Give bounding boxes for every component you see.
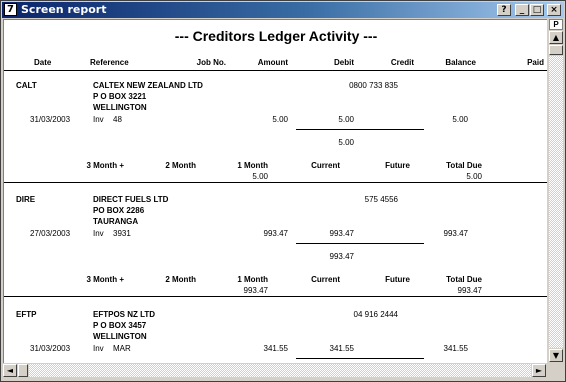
vertical-scroll-thumb[interactable] [549,45,563,55]
aging-1m-label: 1 Month [237,275,268,284]
txn-type: Inv [93,344,104,353]
col-balance: Balance [445,58,476,67]
aging-total-label: Total Due [446,161,482,170]
creditor-address: P O BOX 3457 [93,321,147,330]
creditor-city: TAURANGA [93,217,139,226]
creditor-address: P O BOX 3221 [93,92,147,101]
col-date: Date [34,58,52,67]
txn-balance: 5.00 [452,115,468,124]
aging-1m-label: 1 Month [237,161,268,170]
txn-ref: 3931 [113,229,131,238]
col-reference: Reference [90,58,129,67]
creditor-city: WELLINGTON [93,332,147,341]
aging-3m-label: 3 Month + [86,275,124,284]
txn-date: 31/03/2003 [30,344,71,353]
txn-date: 31/03/2003 [30,115,71,124]
txn-amount: 993.47 [263,229,288,238]
txn-debit: 5.00 [338,115,354,124]
page-marker[interactable]: P [549,19,563,30]
aging-current-label: Current [311,275,340,284]
size-grip[interactable] [548,364,562,377]
title-bar[interactable]: 7 Screen report ? _ □ × [2,2,564,18]
scroll-up-button[interactable]: ▲ [549,31,563,44]
aging-future-label: Future [385,161,410,170]
close-button[interactable]: × [547,4,561,16]
report-canvas: --- Creditors Ledger Activity --- Date R… [3,19,547,363]
creditor-phone: 0800 733 835 [349,81,398,90]
report-title: --- Creditors Ledger Activity --- [174,28,378,44]
vertical-scroll-track[interactable] [549,56,563,348]
aging-total-value: 993.47 [457,286,482,295]
creditor-name: EFTPOS NZ LTD [93,310,156,319]
block-divider [4,182,547,183]
col-paid: Paid [527,58,544,67]
aging-3m-label: 3 Month + [86,161,124,170]
txn-type: Inv [93,229,104,238]
aging-2m-label: 2 Month [165,161,196,170]
window-title: Screen report [21,3,107,16]
txn-amount: 5.00 [272,115,288,124]
creditor-name: CALTEX NEW ZEALAND LTD [93,81,203,90]
scroll-right-button[interactable]: ► [532,364,546,377]
subtotal-rule [296,243,424,244]
subtotal-rule [296,129,424,130]
creditor-name: DIRECT FUELS LTD [93,195,169,204]
txn-amount: 341.55 [263,344,288,353]
txn-balance: 341.55 [443,344,468,353]
creditor-code: CALT [16,81,37,90]
app-icon[interactable]: 7 [4,3,17,16]
maximize-button[interactable]: □ [530,4,544,16]
aging-future-label: Future [385,275,410,284]
aging-1m-value: 5.00 [252,172,268,181]
txn-date: 27/03/2003 [30,229,71,238]
header-divider [4,70,547,71]
creditor-city: WELLINGTON [93,103,147,112]
aging-2m-label: 2 Month [165,275,196,284]
txn-debit: 341.55 [329,344,354,353]
vertical-scrollbar[interactable]: P ▲ ▼ [548,19,564,363]
txn-debit: 993.47 [329,229,354,238]
scroll-down-button[interactable]: ▼ [549,349,563,362]
creditor-phone: 04 916 2444 [353,310,399,319]
minimize-button[interactable]: _ [515,4,529,16]
col-job: Job No. [196,58,226,67]
help-button[interactable]: ? [497,4,511,16]
debit-total: 5.00 [338,138,354,147]
txn-balance: 993.47 [443,229,468,238]
col-credit: Credit [390,58,414,67]
creditor-address: PO BOX 2286 [93,206,145,215]
block-divider [4,296,547,297]
col-debit: Debit [334,58,354,67]
subtotal-rule [296,358,424,359]
scroll-left-button[interactable]: ◄ [3,364,17,377]
txn-type: Inv [93,115,104,124]
txn-ref: MAR [113,344,131,353]
horizontal-scroll-thumb[interactable] [18,364,28,377]
horizontal-scrollbar[interactable]: ◄ ► [3,364,563,378]
horizontal-scroll-track[interactable] [29,364,531,377]
aging-total-value: 5.00 [466,172,482,181]
aging-total-label: Total Due [446,275,482,284]
debit-total: 993.47 [329,252,354,261]
creditor-phone: 575 4556 [364,195,398,204]
aging-1m-value: 993.47 [243,286,268,295]
txn-ref: 48 [113,115,122,124]
creditor-code: DIRE [16,195,36,204]
creditor-code: EFTP [16,310,37,319]
col-amount: Amount [257,58,288,67]
aging-current-label: Current [311,161,340,170]
